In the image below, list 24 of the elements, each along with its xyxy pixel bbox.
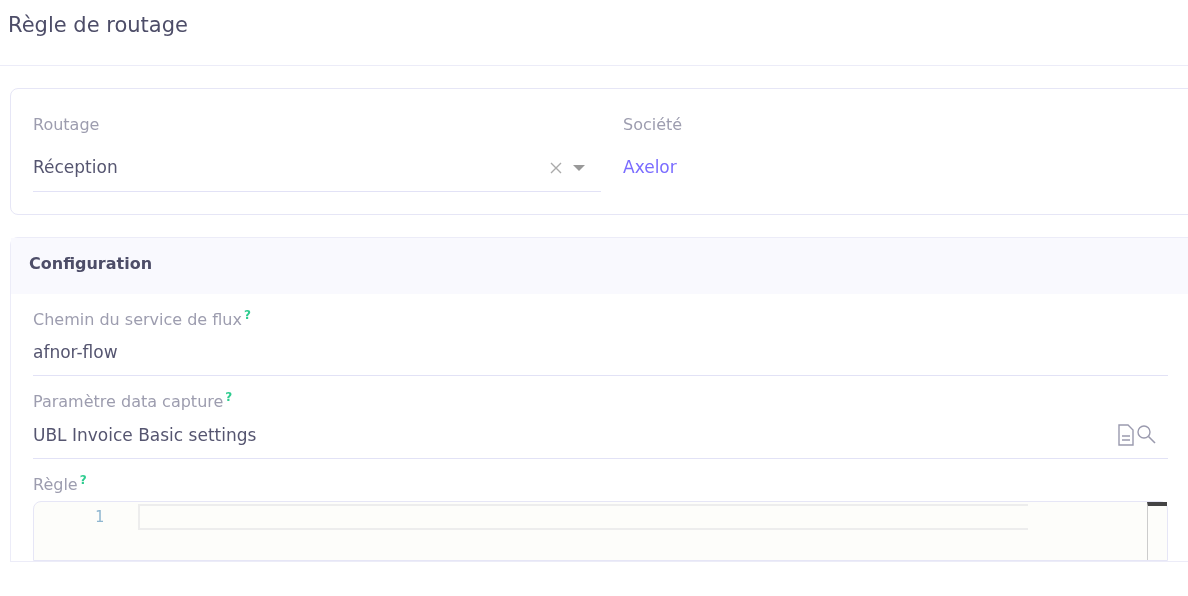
select-field[interactable]: Réception [33, 145, 601, 192]
text-field[interactable]: afnor-flow [33, 331, 1168, 377]
field-value: afnor-flow [33, 340, 119, 364]
document-icon[interactable] [1118, 424, 1134, 447]
caret-icon[interactable] [573, 164, 585, 171]
help-icon[interactable]: ? [79, 473, 87, 488]
field-value: Réception [33, 156, 119, 179]
field-label: Société [623, 114, 683, 136]
field-label-text: Paramètre data capture [33, 392, 224, 412]
help-icon[interactable]: ? [243, 307, 251, 322]
company-link[interactable]: Axelor [623, 145, 677, 181]
field-label-text: Règle [33, 475, 78, 495]
code-editor[interactable]: 1 [33, 501, 1168, 562]
line-number: 1 [93, 507, 104, 529]
search-icon[interactable] [1137, 425, 1156, 445]
page-title: Règle de routage [0, 0, 1188, 66]
relation-field[interactable]: UBL Invoice Basic settings [33, 414, 1168, 460]
field-label-text: Chemin du service de flux [33, 309, 242, 329]
field-label: Routage [33, 114, 101, 136]
field-value: UBL Invoice Basic settings [33, 423, 258, 447]
scrollbar[interactable] [1147, 502, 1167, 561]
clear-icon[interactable] [549, 160, 563, 175]
help-icon[interactable]: ? [225, 390, 233, 405]
section-header: Configuration [11, 237, 1188, 294]
